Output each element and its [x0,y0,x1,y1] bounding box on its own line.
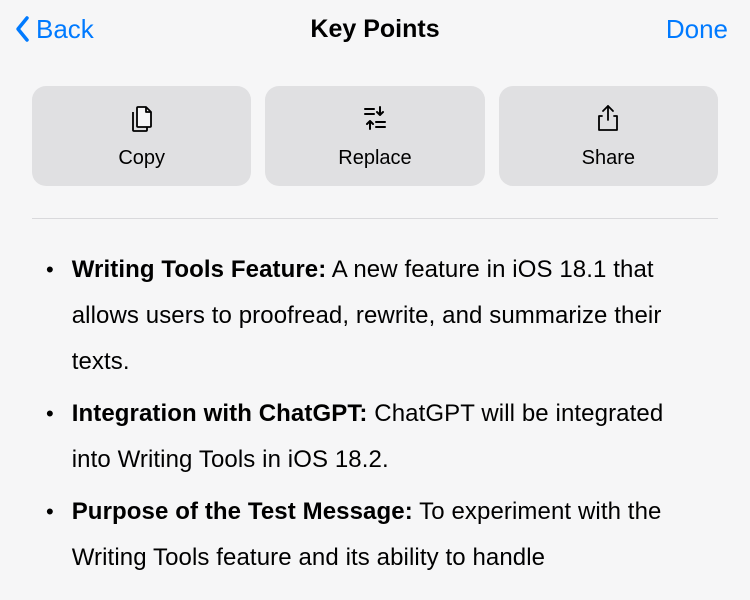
page-title: Key Points [310,15,439,44]
back-label: Back [36,14,94,45]
action-toolbar: Copy Replace Share [0,58,750,208]
share-button[interactable]: Share [499,86,718,186]
copy-icon [127,103,157,133]
list-item: • Writing Tools Feature: A new feature i… [42,247,708,385]
bullet-text: Writing Tools Feature: A new feature in … [72,247,708,385]
copy-label: Copy [118,147,165,170]
list-item: • Purpose of the Test Message: To experi… [42,489,708,581]
share-label: Share [582,147,635,170]
share-icon [593,103,623,133]
bullet-text: Purpose of the Test Message: To experime… [72,489,708,581]
chevron-left-icon [14,15,32,43]
done-button[interactable]: Done [666,14,728,45]
bullet-dot: • [46,391,54,483]
replace-label: Replace [338,147,411,170]
replace-button[interactable]: Replace [265,86,484,186]
navigation-bar: Back Key Points Done [0,0,750,58]
bullet-text: Integration with ChatGPT: ChatGPT will b… [72,391,708,483]
bullet-list: • Writing Tools Feature: A new feature i… [42,247,708,581]
replace-icon [360,103,390,133]
bullet-dot: • [46,489,54,581]
bullet-dot: • [46,247,54,385]
back-button[interactable]: Back [14,14,94,45]
copy-button[interactable]: Copy [32,86,251,186]
list-item: • Integration with ChatGPT: ChatGPT will… [42,391,708,483]
key-points-content: • Writing Tools Feature: A new feature i… [0,219,750,581]
